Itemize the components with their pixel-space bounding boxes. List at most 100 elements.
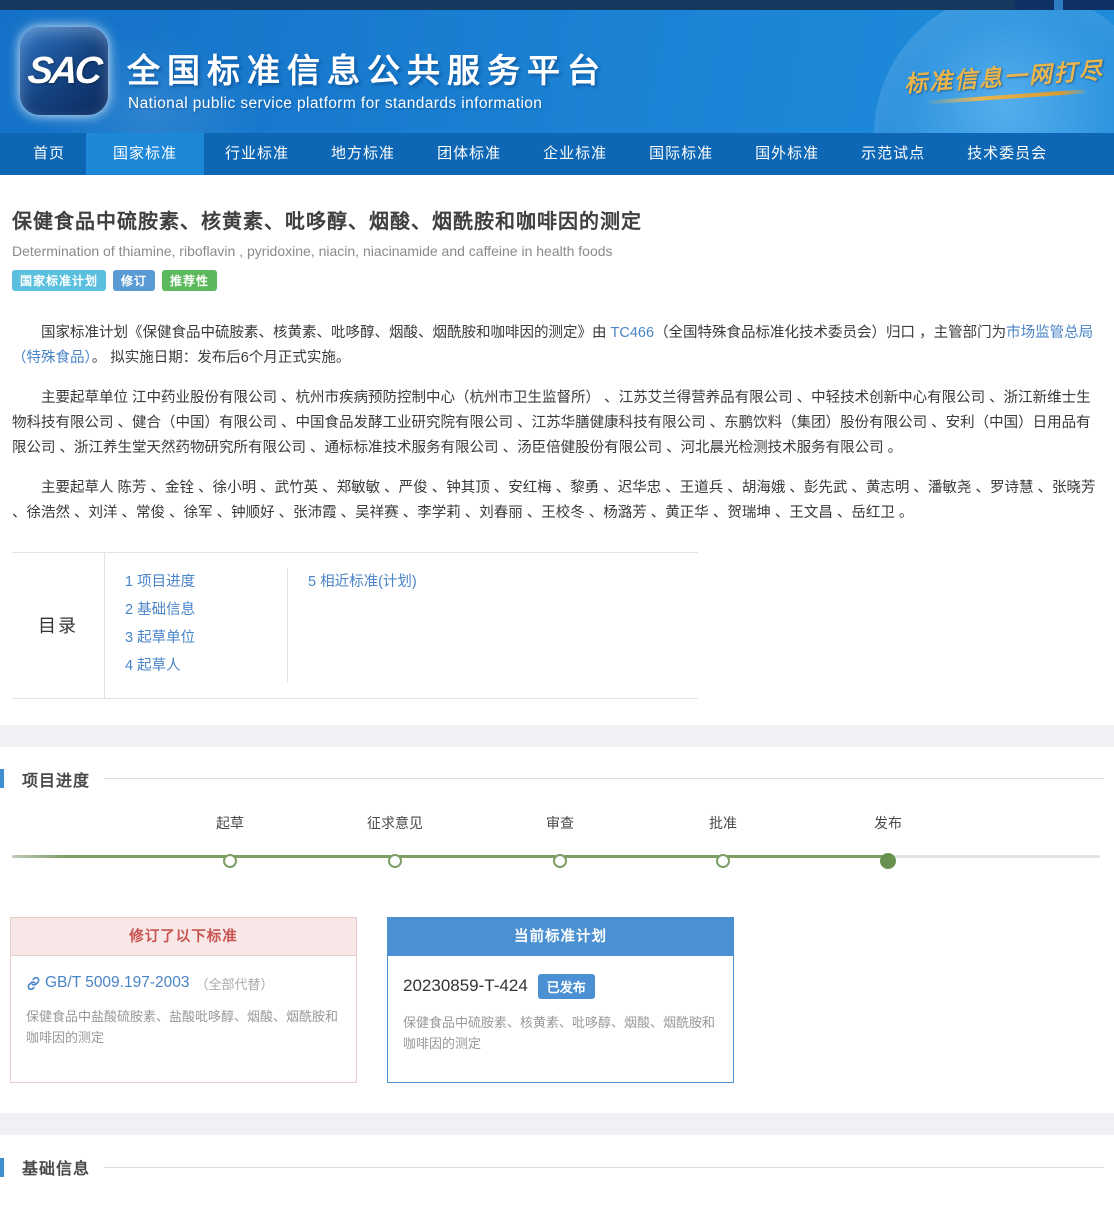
section-separator — [0, 725, 1114, 747]
stage-review: 审查 — [546, 813, 574, 868]
project-progress-section: 项目进度 起草 征求意见 审查 批准 发布 修订了以下标准 — [0, 767, 1114, 1114]
nav-item-label: 技术委员会 — [967, 145, 1047, 162]
nav-item-label: 示范试点 — [861, 145, 925, 162]
top-strip — [0, 0, 1114, 10]
stage-node — [388, 854, 402, 868]
text-segment: 。 拟实施日期：发布后6个月正式实施。 — [92, 350, 351, 366]
plan-code: 20230859-T-424 — [403, 976, 528, 996]
nav-item-home[interactable]: 首页 — [12, 133, 86, 175]
badges-row: 国家标准计划 修订 推荐性 — [12, 270, 1102, 291]
stage-node-filled — [880, 853, 896, 869]
section-divider-line — [104, 1167, 1104, 1168]
nav-item-label: 地方标准 — [331, 145, 395, 162]
revised-card-body: GB/T 5009.197-2003 （全部代替） 保健食品中盐酸硫胺素、盐酸吡… — [11, 956, 356, 1077]
tc466-link[interactable]: TC466 — [611, 325, 655, 341]
text-segment: 国家标准计划《保健食品中硫胺素、核黄素、吡哆醇、烟酸、烟酰胺和咖啡因的测定》由 — [41, 325, 611, 341]
stage-soliciting-opinions: 征求意见 — [367, 813, 423, 868]
link-icon — [26, 976, 41, 991]
nav-item-label: 企业标准 — [543, 145, 607, 162]
text-segment: （全国特殊食品标准化技术委员会）归口 ，主管部门为 — [654, 325, 1006, 341]
section-accent-bar — [0, 769, 4, 788]
toc-columns: 1 项目进度 2 基础信息 3 起草单位 4 起草人 5 相近标准(计划) — [105, 553, 698, 698]
toc-label: 目录 — [12, 553, 105, 698]
stage-label: 起草 — [216, 813, 244, 833]
nav-item-label: 国家标准 — [113, 145, 177, 162]
revised-card-header: 修订了以下标准 — [11, 918, 356, 956]
stage-drafting: 起草 — [216, 813, 244, 868]
standard-detail-section: 保健食品中硫胺素、核黄素、吡哆醇、烟酸、烟酰胺和咖啡因的测定 Determina… — [0, 205, 1114, 725]
nav-item-label: 首页 — [33, 145, 65, 162]
sac-logo[interactable]: SAC — [20, 27, 108, 115]
paragraph-overview: 国家标准计划《保健食品中硫胺素、核黄素、吡哆醇、烟酸、烟酰胺和咖啡因的测定》由 … — [12, 321, 1102, 371]
toc-link-drafting-units[interactable]: 3 起草单位 — [125, 624, 287, 652]
toc-link-drafters[interactable]: 4 起草人 — [125, 652, 287, 680]
timeline-progress-line — [12, 855, 888, 858]
section-accent-bar — [0, 1158, 4, 1177]
site-subtitle: National public service platform for sta… — [128, 95, 542, 113]
nav-item-label: 行业标准 — [225, 145, 289, 162]
top-tab-right[interactable] — [1063, 0, 1114, 10]
top-tab-gap — [1054, 0, 1063, 10]
badge-recommended: 推荐性 — [162, 270, 217, 291]
revised-standard-row: GB/T 5009.197-2003 （全部代替） — [26, 974, 341, 993]
current-plan-row: 20230859-T-424 已发布 — [403, 974, 718, 999]
revised-standard-description: 保健食品中盐酸硫胺素、盐酸吡哆醇、烟酸、烟酰胺和咖啡因的测定 — [26, 1006, 341, 1049]
top-tab-left[interactable] — [1014, 0, 1054, 10]
stage-node — [553, 854, 567, 868]
toc-column-2: 5 相近标准(计划) — [287, 568, 698, 683]
progress-cards: 修订了以下标准 GB/T 5009.197-2003 （全部代替） 保健食品中盐… — [0, 917, 1114, 1114]
stage-approval: 批准 — [709, 813, 737, 868]
paragraph-drafting-units: 主要起草单位 江中药业股份有限公司 、杭州市疾病预防控制中心（杭州市卫生监督所）… — [12, 386, 1102, 461]
badge-national-standard-plan: 国家标准计划 — [12, 270, 106, 291]
current-plan-description: 保健食品中硫胺素、核黄素、吡哆醇、烟酸、烟酰胺和咖啡因的测定 — [403, 1012, 718, 1055]
basic-info-section-title: 基础信息 — [22, 1155, 90, 1179]
nav-item-technical-committee[interactable]: 技术委员会 — [946, 133, 1068, 175]
nav-item-pilot-demo[interactable]: 示范试点 — [840, 133, 946, 175]
toc-link-similar-standards[interactable]: 5 相近标准(计划) — [308, 568, 698, 596]
section-separator — [0, 1113, 1114, 1135]
stage-published: 发布 — [874, 813, 902, 869]
nav-item-enterprise-standards[interactable]: 企业标准 — [522, 133, 628, 175]
revised-standard-card: 修订了以下标准 GB/T 5009.197-2003 （全部代替） 保健食品中盐… — [10, 917, 357, 1084]
toc-link-basic-info[interactable]: 2 基础信息 — [125, 596, 287, 624]
nav-item-local-standards[interactable]: 地方标准 — [310, 133, 416, 175]
status-badge: 已发布 — [538, 974, 595, 999]
basic-info-section-header: 基础信息 — [0, 1155, 1114, 1179]
nav-item-foreign-standards[interactable]: 国外标准 — [734, 133, 840, 175]
sac-logo-text: SAC — [26, 50, 102, 93]
nav-item-international-standards[interactable]: 国际标准 — [628, 133, 734, 175]
site-title: 全国标准信息公共服务平台 — [127, 44, 607, 92]
badge-revision: 修订 — [113, 270, 155, 291]
paragraph-drafters: 主要起草人 陈芳 、金铨 、徐小明 、武竹英 、郑敏敏 、严俊 、钟其顶 、安红… — [12, 476, 1102, 526]
progress-section-header: 项目进度 — [0, 767, 1114, 791]
nav-item-national-standards[interactable]: 国家标准 — [86, 133, 204, 175]
progress-timeline: 起草 征求意见 审查 批准 发布 — [0, 811, 1114, 883]
stage-label: 批准 — [709, 813, 737, 833]
stage-node — [716, 854, 730, 868]
page-title-english: Determination of thiamine, riboflavin , … — [12, 243, 1102, 259]
current-plan-card: 当前标准计划 20230859-T-424 已发布 保健食品中硫胺素、核黄素、吡… — [387, 917, 734, 1084]
stage-label: 发布 — [874, 813, 902, 833]
stage-node — [223, 854, 237, 868]
current-card-header: 当前标准计划 — [388, 918, 733, 956]
summary-paragraphs: 国家标准计划《保健食品中硫胺素、核黄素、吡哆醇、烟酸、烟酰胺和咖啡因的测定》由 … — [12, 321, 1102, 526]
table-of-contents: 目录 1 项目进度 2 基础信息 3 起草单位 4 起草人 5 相近标准(计划) — [12, 552, 698, 699]
site-banner: SAC 全国标准信息公共服务平台 National public service… — [0, 10, 1114, 133]
section-divider-line — [104, 778, 1104, 779]
stage-label: 征求意见 — [367, 813, 423, 833]
nav-item-group-standards[interactable]: 团体标准 — [416, 133, 522, 175]
current-card-body: 20230859-T-424 已发布 保健食品中硫胺素、核黄素、吡哆醇、烟酸、烟… — [388, 956, 733, 1083]
nav-item-label: 国际标准 — [649, 145, 713, 162]
nav-item-industry-standards[interactable]: 行业标准 — [204, 133, 310, 175]
page-title: 保健食品中硫胺素、核黄素、吡哆醇、烟酸、烟酰胺和咖啡因的测定 — [12, 205, 1102, 234]
toc-link-project-progress[interactable]: 1 项目进度 — [125, 568, 287, 596]
nav-item-label: 国外标准 — [755, 145, 819, 162]
toc-column-1: 1 项目进度 2 基础信息 3 起草单位 4 起草人 — [105, 568, 287, 683]
basic-info-section: 基础信息 — [0, 1155, 1114, 1209]
replace-note: （全部代替） — [196, 974, 274, 993]
replaced-standard-link[interactable]: GB/T 5009.197-2003 — [45, 974, 190, 992]
progress-section-title: 项目进度 — [22, 767, 90, 791]
nav-item-label: 团体标准 — [437, 145, 501, 162]
stage-label: 审查 — [546, 813, 574, 833]
main-nav: 首页 国家标准 行业标准 地方标准 团体标准 企业标准 国际标准 国外标准 示范… — [0, 133, 1114, 175]
